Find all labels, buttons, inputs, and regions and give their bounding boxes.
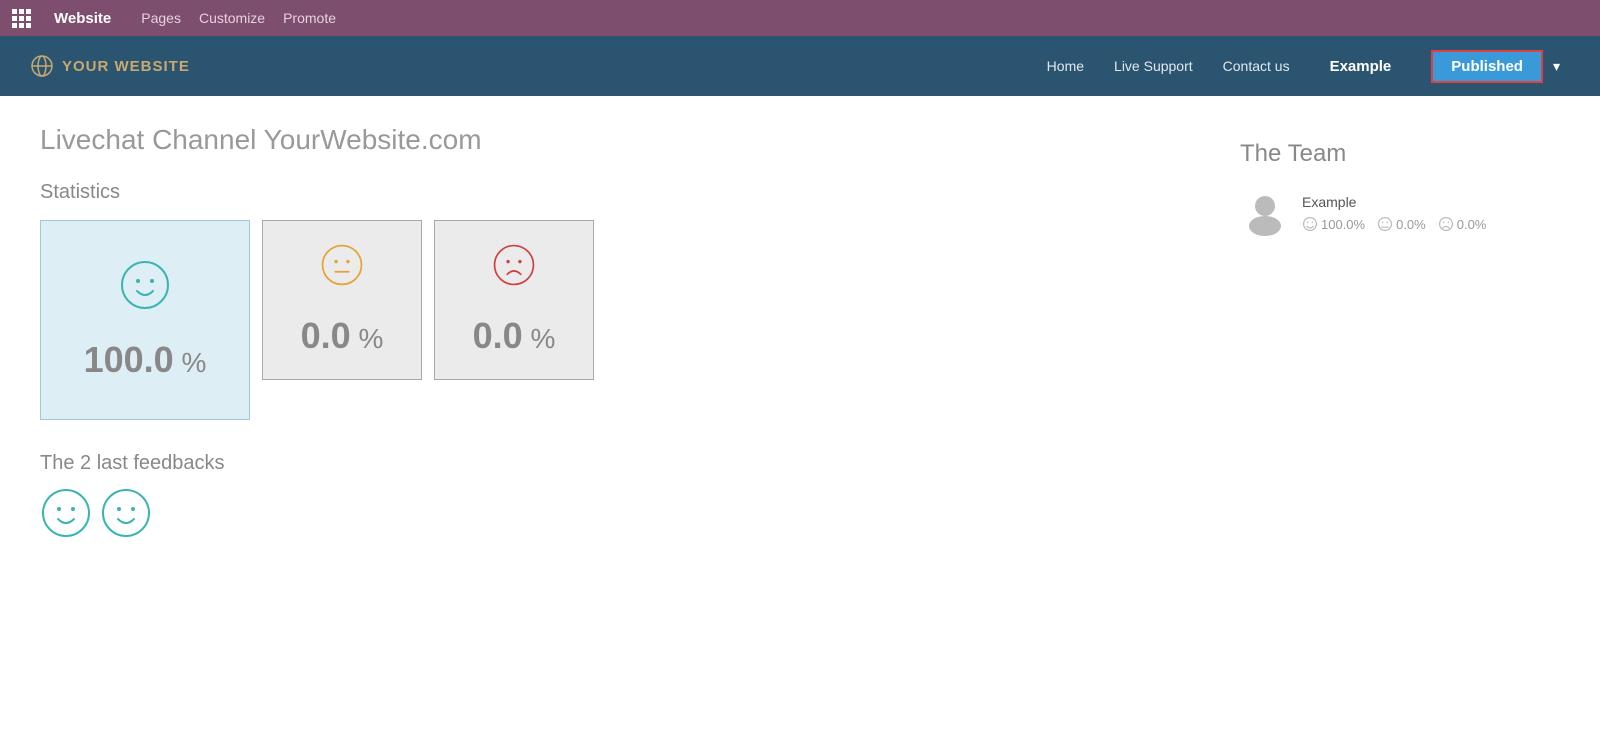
feedback-smileys <box>40 487 1180 539</box>
website-nav: YOUR WEBSITE Home Live Support Contact u… <box>0 36 1600 96</box>
pages-link[interactable]: Pages <box>141 10 181 26</box>
team-sad-icon <box>1438 216 1454 232</box>
happy-stat-unit: % <box>181 347 206 378</box>
team-member-name: Example <box>1302 194 1486 210</box>
home-nav-link[interactable]: Home <box>1047 58 1084 74</box>
avatar <box>1240 188 1290 238</box>
team-happy-icon <box>1302 216 1318 232</box>
page-title: Livechat Channel YourWebsite.com <box>40 120 1180 157</box>
sad-smiley-icon <box>492 243 536 287</box>
happy-stat-value: 100.0 % <box>84 339 207 381</box>
feedback-happy-1-icon <box>40 487 92 539</box>
page-title-text: Livechat Channel <box>40 124 264 155</box>
website-nav-links: Home Live Support Contact us Example Pub… <box>1047 50 1570 83</box>
globe-icon <box>30 54 54 78</box>
feedback-happy-2-icon <box>100 487 152 539</box>
main-content: Livechat Channel YourWebsite.com Statist… <box>0 96 1600 563</box>
apps-grid-icon <box>12 9 30 28</box>
promote-link[interactable]: Promote <box>283 10 336 26</box>
team-sad-stat: 0.0% <box>1438 216 1487 232</box>
neutral-stat-unit: % <box>358 323 383 354</box>
team-happy-value: 100.0% <box>1321 217 1365 232</box>
top-bar-menu: Pages Customize Promote <box>141 10 336 26</box>
happy-smiley-icon <box>119 259 171 311</box>
grid-icon-container <box>12 9 30 27</box>
team-title: The Team <box>1240 140 1560 168</box>
neutral-stat-number: 0.0 <box>301 315 351 356</box>
neutral-stat-card: 0.0 % <box>262 220 422 380</box>
top-bar: Website Pages Customize Promote <box>0 0 1600 36</box>
website-logo-text: YOUR WEBSITE <box>62 58 190 75</box>
happy-stat-card: 100.0 % <box>40 220 250 420</box>
website-logo: YOUR WEBSITE <box>30 54 1047 78</box>
happy-stat-number: 100.0 <box>84 339 174 380</box>
top-bar-brand: Website <box>54 10 111 27</box>
team-member-stats: 100.0% 0.0% <box>1302 216 1486 232</box>
stats-cards: 100.0 % 0.0 % <box>40 220 1180 420</box>
live-support-nav-link[interactable]: Live Support <box>1114 58 1193 74</box>
team-happy-stat: 100.0% <box>1302 216 1365 232</box>
page-subtitle: YourWebsite.com <box>264 124 482 155</box>
team-member: Example 100.0% <box>1240 188 1560 238</box>
contact-nav-link[interactable]: Contact us <box>1223 58 1290 74</box>
customize-link[interactable]: Customize <box>199 10 265 26</box>
sad-stat-card: 0.0 % <box>434 220 594 380</box>
team-neutral-value: 0.0% <box>1396 217 1426 232</box>
statistics-label: Statistics <box>40 181 1180 204</box>
sad-stat-value: 0.0 % <box>473 315 556 357</box>
published-button[interactable]: Published <box>1431 50 1543 83</box>
sad-stat-number: 0.0 <box>473 315 523 356</box>
feedbacks-label: The 2 last feedbacks <box>40 452 1180 475</box>
neutral-smiley-icon <box>320 243 364 287</box>
sad-stat-unit: % <box>530 323 555 354</box>
published-area: Published ▾ <box>1431 50 1570 83</box>
team-member-info: Example 100.0% <box>1302 194 1486 232</box>
left-section: Livechat Channel YourWebsite.com Statist… <box>40 120 1180 539</box>
example-nav-button[interactable]: Example <box>1320 58 1402 75</box>
right-section: The Team Example 100.0% <box>1240 120 1560 539</box>
team-neutral-stat: 0.0% <box>1377 216 1426 232</box>
team-sad-value: 0.0% <box>1457 217 1487 232</box>
published-dropdown-button[interactable]: ▾ <box>1543 50 1570 83</box>
team-neutral-icon <box>1377 216 1393 232</box>
neutral-stat-value: 0.0 % <box>301 315 384 357</box>
